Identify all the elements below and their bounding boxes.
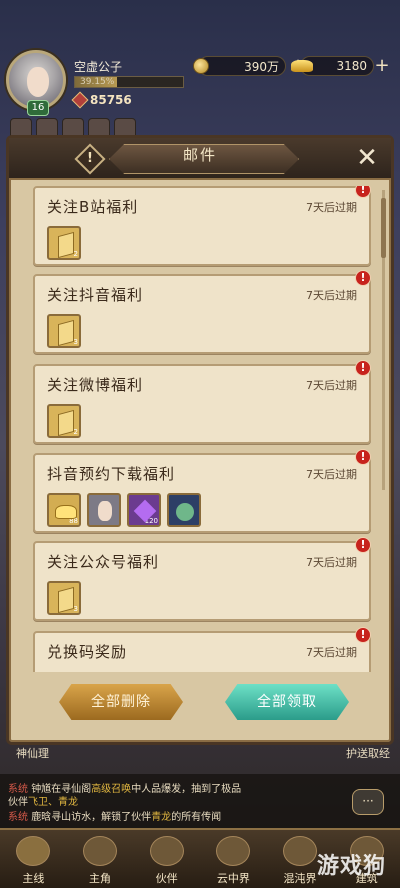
mail-subject: 关注抖音福利 [47, 286, 144, 304]
chat-highlight: 高级召唤 [91, 784, 132, 795]
chat-highlight: 飞卫、青龙 [28, 797, 78, 808]
mail-expire: 7天后过期 [306, 201, 357, 214]
unread-alert-icon: ! [355, 360, 371, 376]
chat-text: 鹿晗 [31, 812, 52, 823]
mail-subject: 关注公众号福利 [47, 553, 160, 571]
gem-reward-icon[interactable]: 120 [127, 493, 161, 527]
mail-subject: 关注微博福利 [47, 376, 144, 394]
panel-footer-strip: 神仙理 护送取经 [0, 745, 400, 761]
player-power: 85756 [90, 93, 132, 107]
nav-label: 云中界 [216, 872, 250, 885]
unread-alert-icon: ! [355, 449, 371, 465]
claim-all-button[interactable]: 全部领取 [225, 684, 349, 720]
watermark-logo: 游戏狗 [316, 854, 386, 879]
reward-count: 2 [73, 428, 78, 436]
nav-item[interactable]: 主角 [67, 830, 134, 888]
unread-alert-icon: ! [355, 627, 371, 643]
mail-expire: 7天后过期 [306, 646, 357, 659]
coin-value: 390万 [244, 59, 279, 74]
ticket-reward-icon[interactable]: 3 [47, 314, 81, 348]
chat-text: 中人品爆发，抽到了极品 [131, 784, 242, 795]
delete-all-button[interactable]: 全部删除 [59, 684, 183, 720]
nav-icon [283, 836, 318, 866]
mail-expire: 7天后过期 [306, 468, 357, 481]
player-level-badge: 16 [27, 100, 49, 116]
reward-count: 120 [144, 517, 158, 525]
mail-subject: 兑换码奖励 [47, 643, 128, 661]
nav-icon [16, 836, 51, 866]
chat-text: 寻山访水，解锁了伙伴 [51, 812, 152, 823]
mail-expire: 7天后过期 [306, 556, 357, 569]
nav-icon [83, 836, 117, 866]
mail-item[interactable]: 关注B站福利 7天后过期! 2 [33, 186, 371, 266]
nav-item[interactable]: 云中界 [200, 830, 267, 888]
scrollbar-thumb[interactable] [381, 198, 386, 258]
footer-left-label[interactable]: 神仙理 [16, 745, 49, 761]
nav-icon [149, 836, 184, 866]
hero-reward-icon[interactable] [87, 493, 121, 527]
mail-subject: 抖音预约下载福利 [47, 465, 176, 483]
exp-percent: 39.15% [80, 77, 115, 87]
top-status-bar: 16 空虚公子 39.15% 85756 390万 + 3180 + [0, 0, 400, 140]
chat-button[interactable]: ··· [352, 789, 384, 815]
mail-expire: 7天后过期 [306, 379, 357, 392]
mail-item[interactable]: 兑换码奖励 7天后过期! [33, 627, 371, 672]
ticket-reward-icon[interactable]: 3 [47, 581, 81, 615]
chat-line: 系统 鹿晗寻山访水，解锁了伙伴青龙的所有传闻 [8, 808, 221, 823]
reward-count: 3 [73, 338, 78, 346]
mail-panel-title: 邮件 [182, 146, 217, 164]
unread-alert-icon: ! [355, 270, 371, 286]
nav-label: 主角 [89, 872, 111, 885]
nav-item[interactable]: 伙伴 [133, 830, 200, 888]
unread-alert-icon: ! [355, 186, 371, 198]
power-icon [71, 91, 89, 109]
add-ingots-button[interactable]: + [372, 56, 392, 76]
pet-reward-icon[interactable] [167, 493, 201, 527]
ingot-value: 3180 [336, 59, 367, 73]
player-name: 空虚公子 [74, 60, 123, 74]
ingot-icon [291, 60, 313, 72]
reward-count: 88 [69, 517, 78, 525]
mail-item[interactable]: 关注公众号福利 7天后过期! 3 [33, 537, 371, 621]
mail-expire: 7天后过期 [306, 289, 357, 302]
coin-resource: 390万 [193, 56, 286, 76]
mail-panel: ! 邮件 ✕ 关注B站福利 7天后过期! 2 关注抖音福利 7天后过期! 3 关注微博福利 7… [6, 135, 394, 745]
ingot-resource: 3180 [291, 56, 374, 76]
ingot-reward-icon[interactable]: 88 [47, 493, 81, 527]
coin-icon [193, 58, 209, 74]
mail-item[interactable]: 关注抖音福利 7天后过期! 3 [33, 270, 371, 354]
nav-label: 主线 [22, 872, 45, 885]
ticket-reward-icon[interactable]: 2 [47, 226, 81, 260]
chat-highlight: 青龙 [151, 812, 172, 823]
reward-count: 3 [73, 605, 78, 613]
chat-feed[interactable]: 系统 钟馗在寻仙阁高级召唤中人品爆发，抽到了极品 伙伴飞卫、青龙 系统 鹿晗寻山… [0, 774, 400, 828]
nav-item[interactable]: 主线 [0, 830, 67, 888]
unread-alert-icon: ! [355, 537, 371, 553]
mail-panel-header: ! 邮件 ✕ [9, 138, 391, 180]
escort-label[interactable]: 护送取经 [346, 745, 390, 761]
ticket-reward-icon[interactable]: 2 [47, 404, 81, 438]
chat-line: 伙伴飞卫、青龙 [8, 793, 78, 808]
chat-text: 伙伴 [8, 797, 28, 808]
mail-item[interactable]: 抖音预约下载福利 7天后过期! 88 120 [33, 449, 371, 533]
mail-subject: 关注B站福利 [47, 198, 139, 216]
mail-item[interactable]: 关注微博福利 7天后过期! 2 [33, 360, 371, 444]
reward-count: 2 [73, 250, 78, 258]
mail-list[interactable]: 关注B站福利 7天后过期! 2 关注抖音福利 7天后过期! 3 关注微博福利 7天后过期! 2 抖… [23, 186, 379, 672]
nav-label: 伙伴 [155, 872, 178, 885]
avatar-face-icon [27, 67, 49, 97]
chat-text: 的所有传闻 [171, 812, 222, 823]
nav-icon [216, 836, 251, 866]
chat-tag: 系统 [8, 812, 28, 823]
close-button[interactable]: ✕ [353, 144, 381, 172]
